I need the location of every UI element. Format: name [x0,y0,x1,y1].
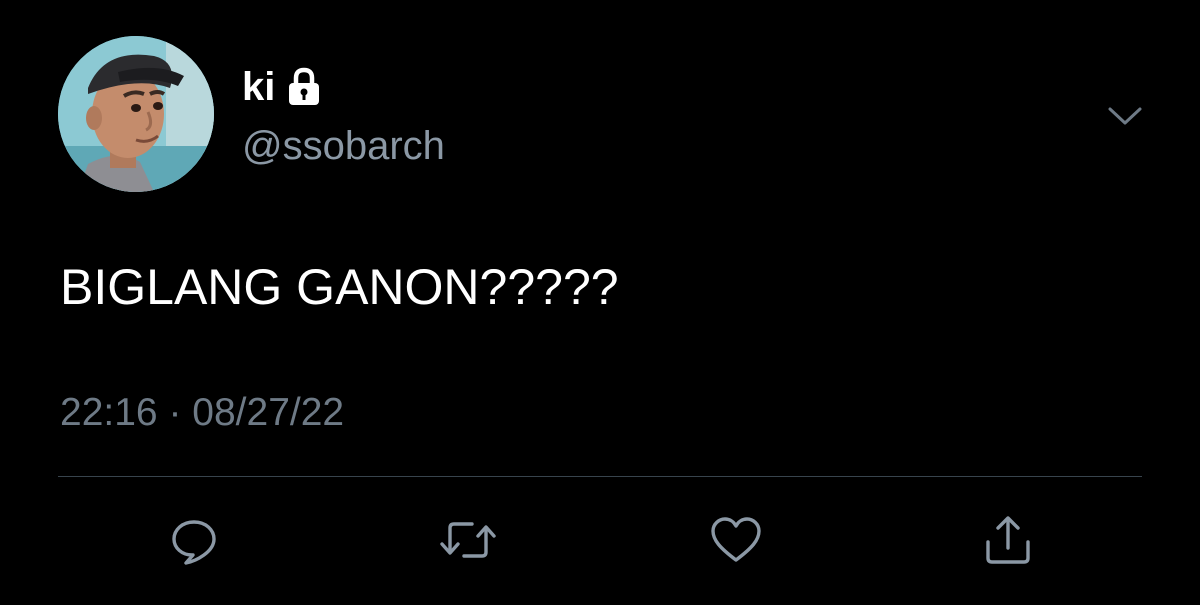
like-button[interactable] [706,510,766,570]
meta-separator: · [168,391,182,434]
retweet-button[interactable] [438,510,498,570]
name-row: ki [242,64,445,110]
tweet-timestamp[interactable]: 22:16 · 08/27/22 [60,388,344,438]
reply-icon [172,520,216,565]
share-icon [986,516,1030,564]
lock-icon [287,67,321,107]
heart-icon [711,517,761,562]
author-info: ki @ssobarch [242,64,445,170]
reply-button[interactable] [164,510,224,570]
tweet-date: 08/27/22 [192,391,345,434]
share-button[interactable] [978,510,1038,570]
retweet-icon [440,522,496,558]
avatar[interactable] [58,36,214,192]
tweet-detail: ki @ssobarch BIGLANG GANON????? 22:16 · … [0,0,1200,605]
avatar-image [58,36,214,192]
divider [58,476,1142,477]
user-handle[interactable]: @ssobarch [242,122,445,170]
chevron-down-icon[interactable] [1106,100,1144,130]
tweet-time: 22:16 [60,391,158,434]
display-name[interactable]: ki [242,64,275,110]
tweet-text: BIGLANG GANON????? [60,259,619,315]
